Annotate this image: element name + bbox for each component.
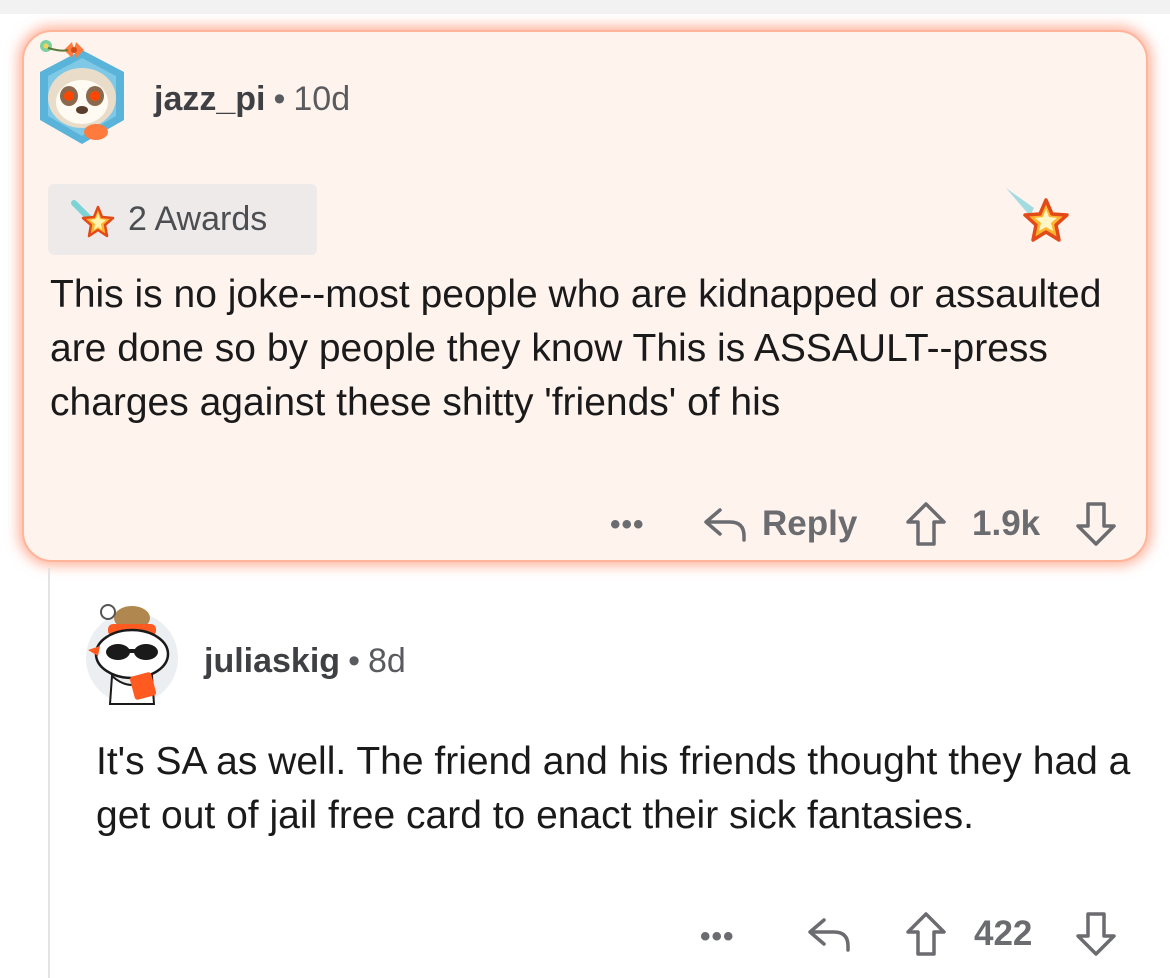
top-divider <box>0 0 1170 14</box>
awards-label: 2 Awards <box>128 200 268 238</box>
comment-body: This is no joke--most people who are kid… <box>50 273 1102 424</box>
comment-username[interactable]: juliaskig <box>204 642 340 680</box>
vote-score: 1.9k <box>972 504 1041 543</box>
comment-age: 10d <box>293 80 351 118</box>
comment-author-meta: jazz_pi • 10d <box>154 80 350 119</box>
upvote-arrow-icon[interactable] <box>904 910 948 958</box>
snoo-sunglasses-avatar-icon[interactable] <box>82 596 182 708</box>
comment-body: It's SA as well. The friend and his frie… <box>96 740 1131 837</box>
meta-separator: • <box>273 80 286 118</box>
downvote-arrow-icon[interactable] <box>1074 910 1118 958</box>
thread-line[interactable] <box>48 568 50 978</box>
comment-username[interactable]: jazz_pi <box>154 80 265 118</box>
shooting-star-award-icon <box>71 199 115 237</box>
shooting-star-award-icon <box>1006 188 1069 242</box>
reply-arrow-icon[interactable] <box>806 914 852 954</box>
meta-separator: • <box>348 642 360 680</box>
vote-score: 422 <box>974 914 1033 953</box>
awards-button[interactable]: 2 Awards <box>48 184 317 255</box>
comment-age: 8d <box>367 642 406 680</box>
comment-author-meta: juliaskig • 8d <box>204 642 406 681</box>
reply-button[interactable]: Reply <box>762 504 857 544</box>
downvote-arrow-icon[interactable] <box>1074 500 1118 548</box>
more-options-button[interactable]: ••• <box>700 920 735 954</box>
sloth-avatar-icon[interactable] <box>34 36 130 150</box>
reply-arrow-icon[interactable] <box>702 504 748 544</box>
more-options-button[interactable]: ••• <box>610 508 645 542</box>
upvote-arrow-icon[interactable] <box>904 500 948 548</box>
